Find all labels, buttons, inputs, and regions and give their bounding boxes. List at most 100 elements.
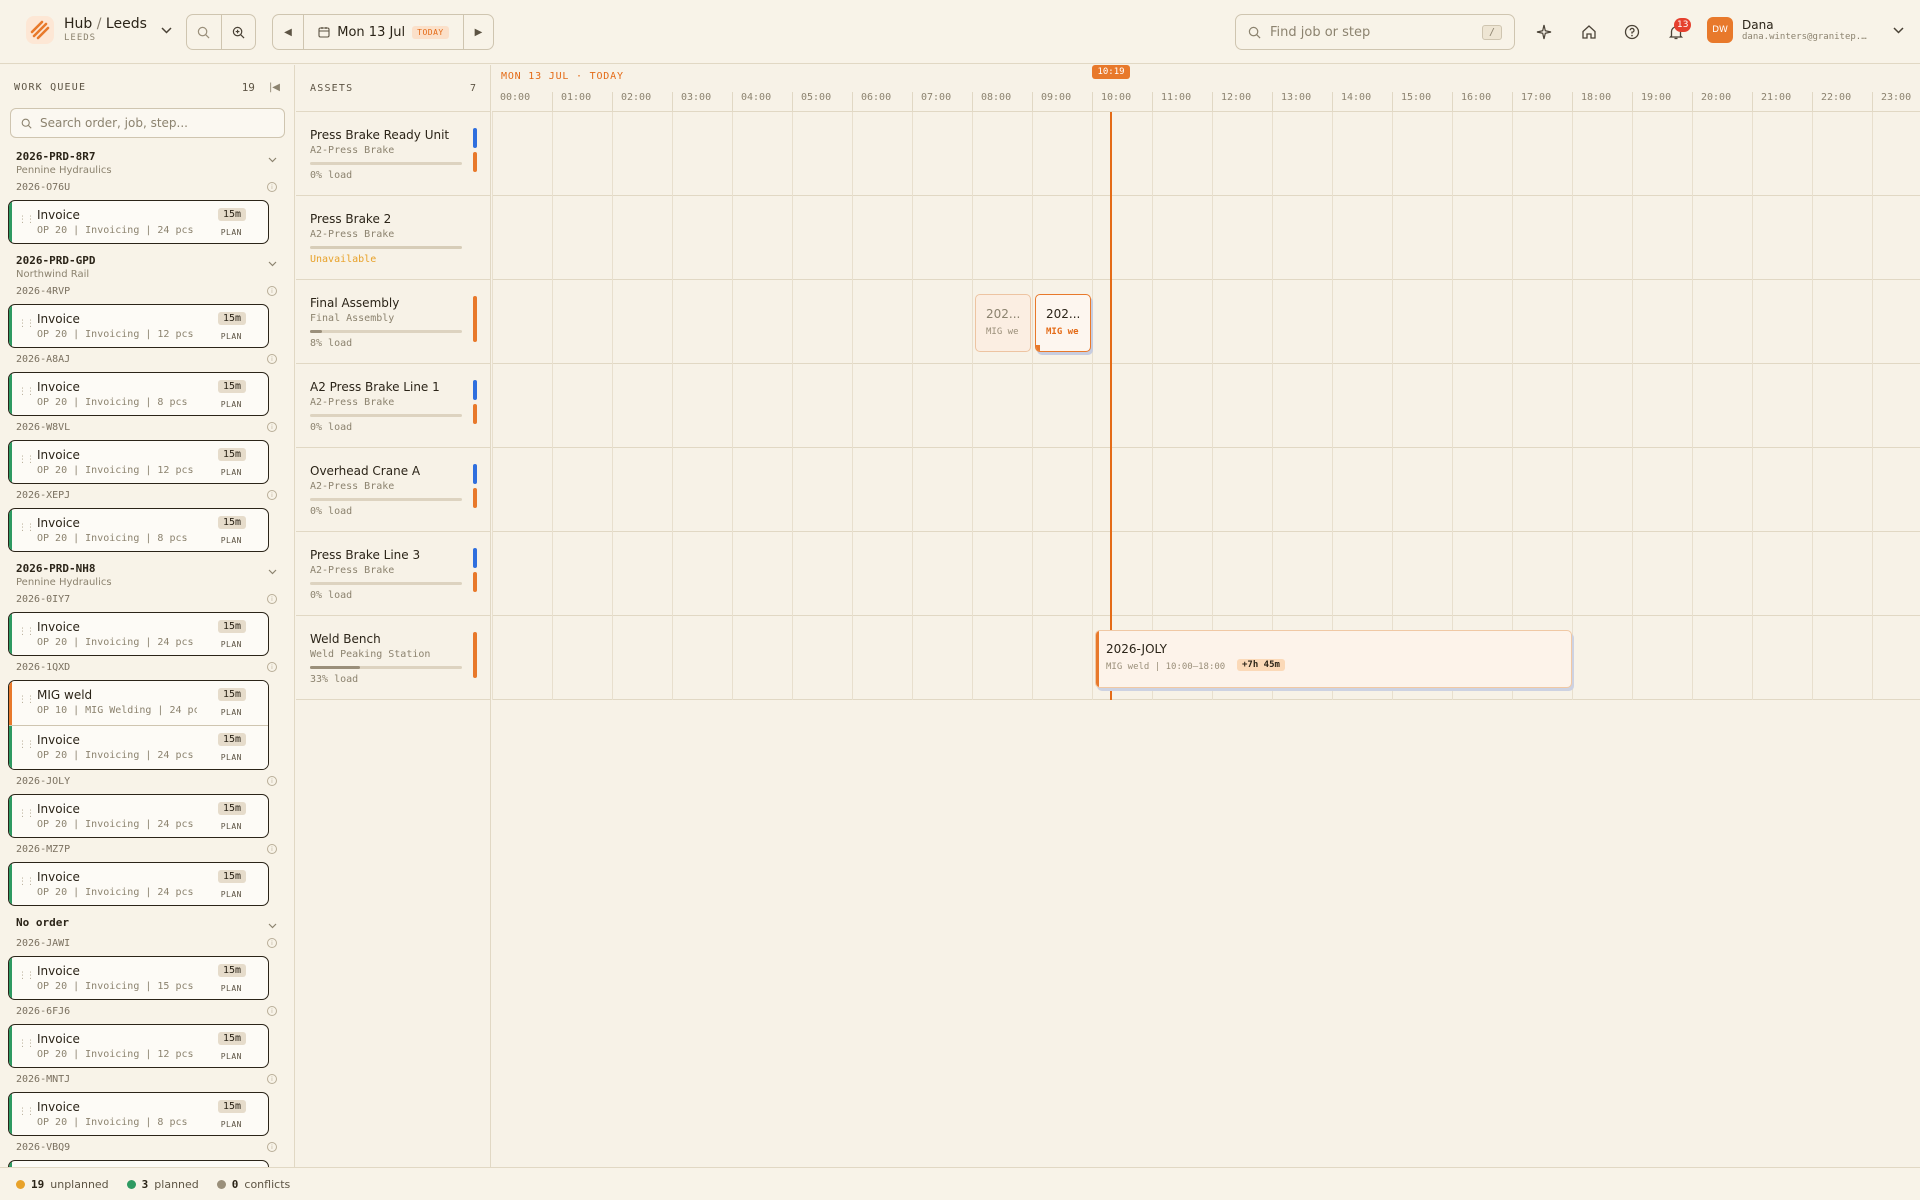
- status-badge: PLAN: [220, 708, 242, 717]
- step-card[interactable]: ⋮⋮ Invoice OP 20 | Invoicing | 12 pcs 15m PL…: [8, 1024, 269, 1068]
- drag-handle-icon[interactable]: ⋮⋮: [18, 971, 35, 981]
- asset-row[interactable]: Overhead Crane A A2-Press Brake 0% load: [296, 448, 491, 532]
- drag-handle-icon[interactable]: ⋮⋮: [18, 387, 35, 397]
- asset-row[interactable]: Final Assembly Final Assembly 8% load: [296, 280, 491, 364]
- asset-row[interactable]: Press Brake Ready Unit A2-Press Brake 0% l…: [296, 112, 491, 196]
- order-header[interactable]: No order: [16, 916, 294, 932]
- scheduled-block-selected[interactable]: 202... MIG we: [1035, 294, 1091, 352]
- chevron-down-icon[interactable]: [268, 922, 277, 932]
- step-card[interactable]: ⋮⋮ Invoice OP 20 | Invoicing | 24 pcs 15m PL…: [8, 794, 269, 838]
- step-card[interactable]: ⋮⋮ MIG weld OP 10 | MIG Welding | 24 pcs 15…: [9, 681, 268, 725]
- site-switcher[interactable]: Hub / Leeds LEEDS: [26, 16, 172, 44]
- info-icon[interactable]: i: [267, 662, 277, 672]
- asset-row[interactable]: Press Brake 2 A2-Press Brake Unavailable: [296, 196, 491, 280]
- step-card[interactable]: ⋮⋮ Invoice OP 20 | Invoicing | 8 pcs 15m PLA…: [8, 1092, 269, 1136]
- order-group: 2026-PRD-NH8 Pennine Hydraulics 2026-0IY7 i…: [0, 562, 294, 906]
- info-icon[interactable]: i: [267, 844, 277, 854]
- drag-handle-icon[interactable]: ⋮⋮: [18, 695, 35, 705]
- asset-row[interactable]: Press Brake Line 3 A2-Press Brake 0% load: [296, 532, 491, 616]
- hour-gridline: [492, 112, 493, 700]
- chevron-down-icon[interactable]: [268, 260, 277, 270]
- job-search-input[interactable]: [1270, 24, 1473, 40]
- asset-row[interactable]: Weld Bench Weld Peaking Station 33% load: [296, 616, 491, 700]
- step-card[interactable]: ⋮⋮ Invoice OP 20 | Invoicing | 8 pcs 15m PLA…: [8, 508, 269, 552]
- info-icon[interactable]: i: [267, 1006, 277, 1016]
- info-icon[interactable]: i: [267, 1074, 277, 1084]
- next-day-button[interactable]: ▶: [463, 15, 493, 49]
- drag-handle-icon[interactable]: ⋮⋮: [18, 523, 35, 533]
- info-icon[interactable]: i: [267, 776, 277, 786]
- info-icon[interactable]: i: [267, 422, 277, 432]
- drag-handle-icon[interactable]: ⋮⋮: [18, 627, 35, 637]
- zoom-in-button[interactable]: [220, 15, 255, 49]
- step-card[interactable]: ⋮⋮ Invoice OP 20 | Invoicing | 24 pcs 15m PL…: [8, 862, 269, 906]
- previous-day-button[interactable]: ◀: [273, 15, 303, 49]
- sparkle-button[interactable]: [1534, 22, 1554, 42]
- scheduled-block[interactable]: 202... MIG we: [975, 294, 1031, 352]
- step-detail: OP 20 | Invoicing | 24 pcs: [37, 225, 194, 236]
- order-header[interactable]: 2026-PRD-NH8 Pennine Hydraulics: [16, 562, 294, 588]
- step-card[interactable]: ⋮⋮ Invoice OP 20 | Invoicing | 12 pcs 15m PL…: [8, 440, 269, 484]
- chevron-down-icon[interactable]: [268, 568, 277, 578]
- info-icon[interactable]: i: [267, 1142, 277, 1152]
- step-card[interactable]: ⋮⋮ Invoice OP 20 | Invoicing | 24 pcs 15m PL…: [8, 612, 269, 656]
- order-header[interactable]: 2026-PRD-8R7 Pennine Hydraulics: [16, 150, 294, 176]
- row-divider: [492, 279, 1920, 280]
- user-menu[interactable]: DW Dana dana.winters@granitep...: [1707, 17, 1904, 43]
- drag-handle-icon[interactable]: ⋮⋮: [18, 215, 35, 225]
- info-icon[interactable]: i: [267, 938, 277, 948]
- collapse-panel-icon[interactable]: |◀: [269, 82, 280, 93]
- drag-handle-icon[interactable]: ⋮⋮: [18, 319, 35, 329]
- job-code: 2026-W8VL: [16, 421, 71, 433]
- info-icon[interactable]: i: [267, 286, 277, 296]
- drag-handle-icon[interactable]: ⋮⋮: [18, 455, 35, 465]
- order-header[interactable]: 2026-PRD-GPD Northwind Rail: [16, 254, 294, 280]
- asset-load: Unavailable: [310, 254, 377, 265]
- status-badge: PLAN: [220, 640, 242, 649]
- block-subtitle: MIG weld | 10:00–18:00: [1106, 662, 1226, 672]
- job-group: 2026-A8AJ i ⋮⋮ Invoice OP 20 | Invoicing | 8…: [8, 352, 294, 416]
- asset-row[interactable]: A2 Press Brake Line 1 A2-Press Brake 0% lo…: [296, 364, 491, 448]
- row-divider: [492, 447, 1920, 448]
- step-card[interactable]: ⋮⋮ Invoice OP 20 | Invoicing | 15 pcs 15m PL…: [8, 956, 269, 1000]
- step-card[interactable]: ⋮⋮Invoice15mPLAN: [8, 1160, 269, 1167]
- unplanned-summary[interactable]: 19 unplanned: [16, 1178, 109, 1191]
- step-card[interactable]: ⋮⋮ Invoice OP 20 | Invoicing | 24 pcs 15m PL…: [8, 200, 269, 244]
- hour-gridline: [1632, 112, 1633, 700]
- hour-label: 05:00: [792, 92, 831, 112]
- conflicts-summary[interactable]: 0 conflicts: [216, 1178, 290, 1191]
- info-icon[interactable]: i: [267, 490, 277, 500]
- job-header: 2026-JOLY i: [0, 774, 294, 788]
- chevron-down-icon[interactable]: [268, 156, 277, 166]
- home-button[interactable]: [1579, 22, 1599, 42]
- asset-group: A2-Press Brake: [310, 397, 395, 408]
- drag-handle-icon[interactable]: ⋮⋮: [18, 1107, 35, 1117]
- queue-search-input[interactable]: [40, 116, 274, 130]
- help-button[interactable]: [1622, 22, 1642, 42]
- user-name: Dana: [1742, 17, 1774, 32]
- hour-gridline: [1332, 112, 1333, 700]
- drag-handle-icon[interactable]: ⋮⋮: [18, 877, 35, 887]
- status-badge: PLAN: [220, 400, 242, 409]
- drag-handle-icon[interactable]: ⋮⋮: [18, 1039, 35, 1049]
- scheduled-block[interactable]: 2026-JOLY MIG weld | 10:00–18:00 +7h 45m: [1095, 630, 1572, 688]
- info-icon[interactable]: i: [267, 354, 277, 364]
- status-badge: PLAN: [220, 822, 242, 831]
- zoom-out-button[interactable]: [187, 15, 221, 49]
- duration-badge: 15m: [217, 380, 246, 393]
- step-card[interactable]: ⋮⋮ Invoice OP 20 | Invoicing | 8 pcs 15m PLA…: [8, 372, 269, 416]
- timeline-grid[interactable]: 202... MIG we 202... MIG we 2026-JOLY MI…: [492, 112, 1920, 1167]
- date-picker-button[interactable]: Mon 13 Jul TODAY: [303, 15, 463, 49]
- today-badge[interactable]: TODAY: [412, 25, 449, 39]
- queue-search: [10, 108, 285, 138]
- info-icon[interactable]: i: [267, 594, 277, 604]
- planned-summary[interactable]: 3 planned: [126, 1178, 199, 1191]
- unplanned-dot: [16, 1179, 25, 1189]
- info-icon[interactable]: i: [267, 182, 277, 192]
- job-code: 2026-1QXD: [16, 661, 71, 673]
- unplanned-count: 19: [31, 1177, 45, 1191]
- step-card[interactable]: ⋮⋮ Invoice OP 20 | Invoicing | 12 pcs 15m PL…: [8, 304, 269, 348]
- step-card[interactable]: ⋮⋮ Invoice OP 20 | Invoicing | 24 pcs 15m PL…: [9, 725, 268, 769]
- drag-handle-icon[interactable]: ⋮⋮: [18, 809, 35, 819]
- drag-handle-icon[interactable]: ⋮⋮: [18, 740, 35, 750]
